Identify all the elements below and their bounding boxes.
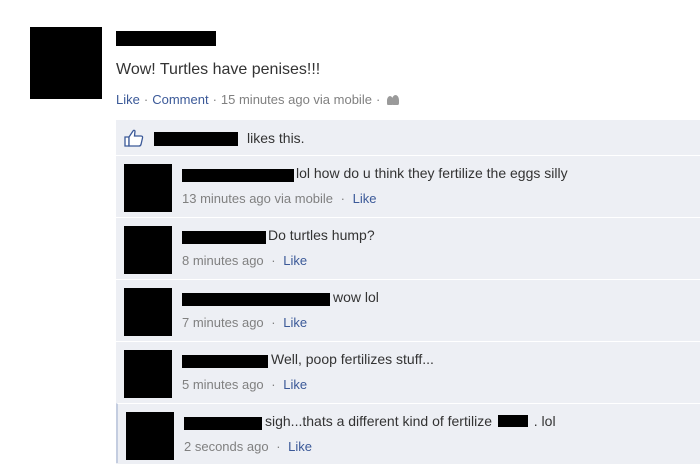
post-comment-link[interactable]: Comment	[152, 92, 208, 107]
separator: ·	[340, 191, 345, 206]
separator: ·	[271, 377, 276, 392]
comment-text-part: . lol	[533, 413, 556, 429]
comment-meta: 5 minutes ago · Like	[182, 377, 307, 392]
comment-timestamp[interactable]: 2 seconds ago	[184, 439, 269, 454]
comment-meta: 8 minutes ago · Like	[182, 253, 307, 268]
comment-item: sigh...thats a different kind of fertili…	[116, 403, 700, 463]
poster-avatar[interactable]	[30, 27, 102, 99]
commenter-name-redacted[interactable]	[182, 293, 330, 306]
commenter-name-redacted[interactable]	[184, 417, 262, 430]
comment-text: Well, poop fertilizes stuff...	[271, 351, 434, 367]
comment-like-link[interactable]: Like	[283, 315, 307, 330]
comment-like-link[interactable]: Like	[288, 439, 312, 454]
commenter-avatar[interactable]	[124, 288, 172, 336]
commenter-name-redacted[interactable]	[182, 231, 266, 244]
post-timestamp[interactable]: 15 minutes ago via mobile	[221, 92, 372, 107]
likes-text: likes this.	[247, 130, 305, 146]
separator: ·	[375, 92, 381, 107]
liker-name-redacted[interactable]	[154, 132, 238, 146]
separator: ·	[271, 315, 276, 330]
commenter-avatar[interactable]	[124, 164, 172, 212]
separator: ·	[276, 439, 281, 454]
thumbs-up-icon[interactable]	[124, 129, 144, 147]
comment-timestamp[interactable]: 8 minutes ago	[182, 253, 264, 268]
comment-like-link[interactable]: Like	[283, 377, 307, 392]
comment-item: Well, poop fertilizes stuff... 5 minutes…	[116, 341, 700, 401]
comment-text: sigh...thats a different kind of fertili…	[265, 413, 556, 429]
commenter-name-redacted[interactable]	[182, 355, 268, 368]
comment-item: Do turtles hump? 8 minutes ago · Like	[116, 217, 700, 277]
comment-meta: 13 minutes ago via mobile · Like	[182, 191, 376, 206]
comment-like-link[interactable]: Like	[283, 253, 307, 268]
word-redacted	[497, 415, 528, 427]
separator: ·	[143, 92, 149, 107]
comment-meta: 7 minutes ago · Like	[182, 315, 307, 330]
commenter-avatar[interactable]	[126, 412, 174, 460]
comment-like-link[interactable]: Like	[353, 191, 377, 206]
commenter-avatar[interactable]	[124, 350, 172, 398]
comment-item: lol how do u think they fertilize the eg…	[116, 155, 700, 215]
comment-timestamp[interactable]: 13 minutes ago via mobile	[182, 191, 333, 206]
post-like-link[interactable]: Like	[116, 92, 140, 107]
comment-text: wow lol	[333, 289, 379, 305]
commenter-avatar[interactable]	[124, 226, 172, 274]
comment-text: Do turtles hump?	[268, 227, 375, 243]
comment-text-part: sigh...thats a different kind of fertili…	[265, 413, 492, 429]
comment-text: lol how do u think they fertilize the eg…	[296, 165, 568, 181]
comment-item: wow lol 7 minutes ago · Like	[116, 279, 700, 339]
separator: ·	[271, 253, 276, 268]
comment-meta: 2 seconds ago · Like	[184, 439, 312, 454]
commenter-name-redacted[interactable]	[182, 169, 294, 182]
likes-row: likes this.	[116, 121, 700, 153]
comment-timestamp[interactable]: 7 minutes ago	[182, 315, 264, 330]
poster-name-redacted[interactable]	[116, 31, 216, 46]
separator: ·	[212, 92, 217, 107]
post-actions: Like · Comment · 15 minutes ago via mobi…	[116, 92, 400, 107]
post-message: Wow! Turtles have penises!!!	[116, 61, 321, 78]
comment-timestamp[interactable]: 5 minutes ago	[182, 377, 264, 392]
friends-icon[interactable]	[387, 94, 400, 105]
